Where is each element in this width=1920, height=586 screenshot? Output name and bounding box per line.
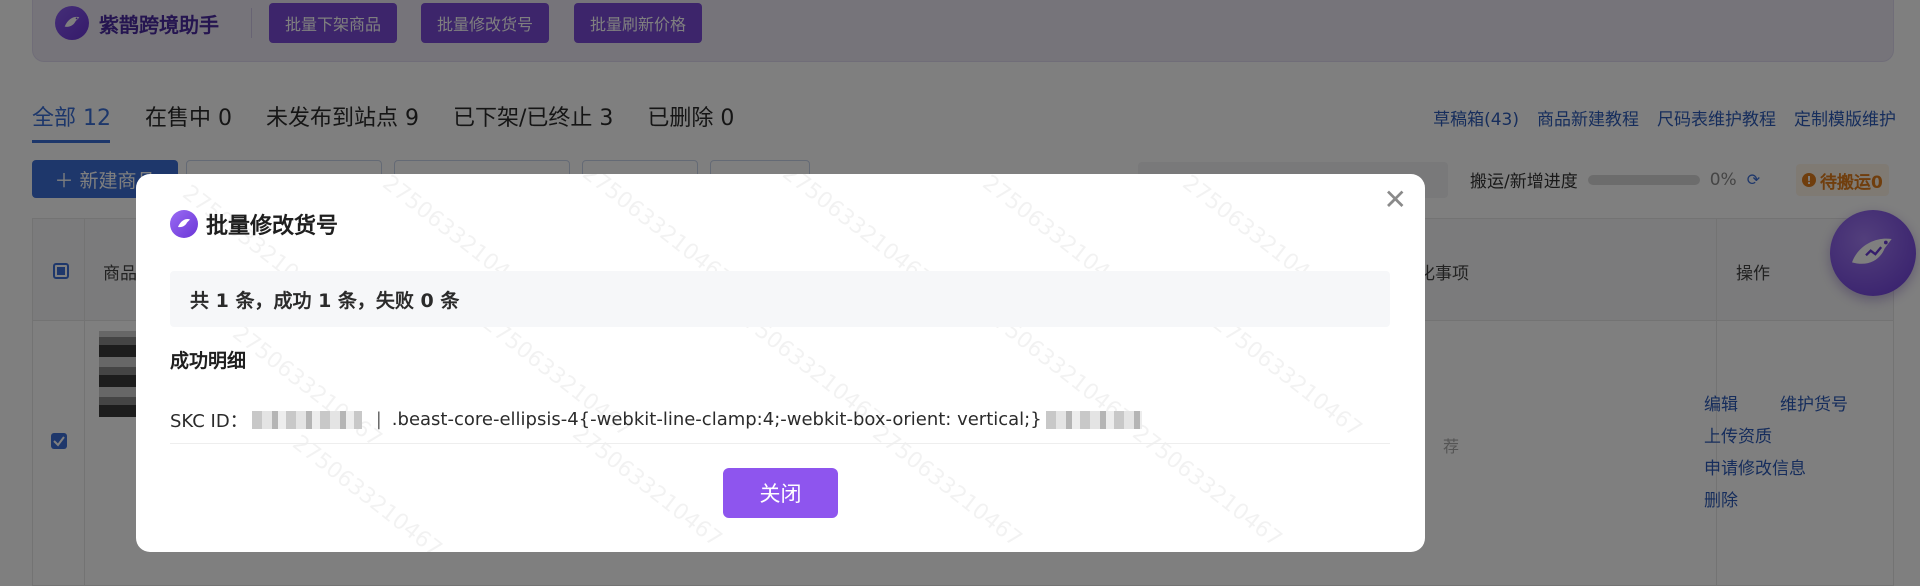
watermark-text: 2750633210467	[287, 430, 447, 552]
success-detail-title: 成功明细	[170, 350, 247, 372]
redacted-sku	[1045, 410, 1142, 429]
modal-header: 批量修改货号	[170, 208, 338, 240]
success-detail-row: SKC ID： | .beast-core-ellipsis-4{-webkit…	[170, 404, 1390, 444]
result-summary: 共 1 条，成功 1 条，失败 0 条	[170, 271, 1390, 327]
close-icon[interactable]: ✕	[1384, 186, 1407, 214]
detail-text: .beast-core-ellipsis-4{-webkit-line-clam…	[391, 409, 1042, 430]
batch-edit-sku-modal: 2750633210467 2750633210467 275063321046…	[136, 174, 1425, 552]
skc-id-label: SKC ID：	[170, 410, 248, 432]
bird-logo-icon	[170, 210, 198, 238]
detail-separator: |	[375, 409, 382, 430]
redacted-skc-id	[251, 410, 362, 429]
close-button[interactable]: 关闭	[723, 468, 838, 518]
modal-title: 批量修改货号	[206, 214, 339, 239]
